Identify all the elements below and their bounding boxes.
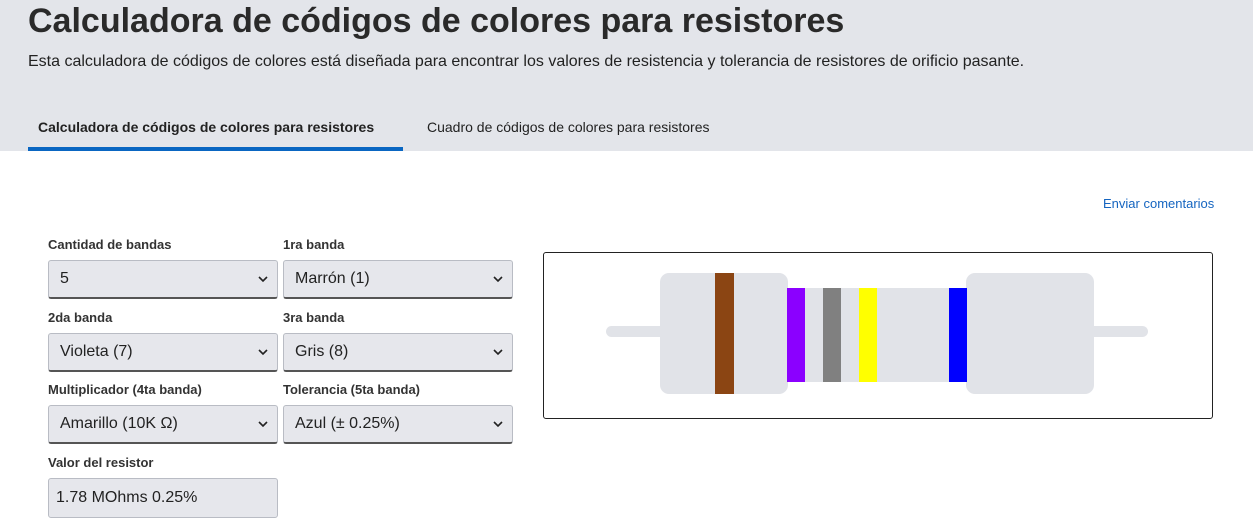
tolerance-label: Tolerancia (5ta banda) [283, 382, 421, 397]
tolerance-value: Azul (± 0.25%) [295, 415, 400, 432]
multiplier-value: Amarillo (10K Ω) [60, 415, 178, 432]
band2-select[interactable]: Violeta (7) [48, 333, 278, 372]
page-title: Calculadora de códigos de colores para r… [28, 2, 845, 40]
chevron-down-icon [258, 276, 268, 283]
multiplier-label: Multiplicador (4ta banda) [48, 382, 202, 397]
page-description: Esta calculadora de códigos de colores e… [28, 53, 1025, 70]
chevron-down-icon [493, 421, 503, 428]
band3-label: 3ra banda [283, 310, 345, 325]
band-tolerance [949, 288, 967, 382]
band2-value: Violeta (7) [60, 343, 133, 360]
resistor-value-output: 1.78 MOhms 0.25% [48, 478, 278, 518]
band-2 [787, 288, 805, 382]
resistor-preview-panel [543, 252, 1213, 419]
send-feedback-link[interactable]: Enviar comentarios [1103, 196, 1214, 211]
band3-value: Gris (8) [295, 343, 349, 360]
chevron-down-icon [493, 349, 503, 356]
resistor-illustration [606, 273, 1148, 394]
band3-select[interactable]: Gris (8) [283, 333, 513, 372]
chevron-down-icon [493, 276, 503, 283]
page-header: Calculadora de códigos de colores para r… [0, 0, 1253, 151]
active-tab-indicator [28, 147, 403, 151]
band1-label: 1ra banda [283, 237, 345, 252]
band2-label: 2da banda [48, 310, 113, 325]
tolerance-select[interactable]: Azul (± 0.25%) [283, 405, 513, 444]
tab-color-chart[interactable]: Cuadro de códigos de colores para resist… [427, 119, 710, 135]
resistor-end-cap-right [966, 273, 1094, 394]
band-count-label: Cantidad de bandas [48, 237, 172, 252]
band-multiplier [859, 288, 877, 382]
band1-value: Marrón (1) [295, 270, 370, 287]
chevron-down-icon [258, 421, 268, 428]
resistor-value-label: Valor del resistor [48, 455, 154, 470]
band-3 [823, 288, 841, 382]
tab-calculator[interactable]: Calculadora de códigos de colores para r… [38, 119, 374, 135]
band-1 [715, 273, 734, 394]
band-count-select[interactable]: 5 [48, 260, 278, 299]
band-count-value: 5 [60, 270, 69, 287]
band1-select[interactable]: Marrón (1) [283, 260, 513, 299]
chevron-down-icon [258, 349, 268, 356]
multiplier-select[interactable]: Amarillo (10K Ω) [48, 405, 278, 444]
